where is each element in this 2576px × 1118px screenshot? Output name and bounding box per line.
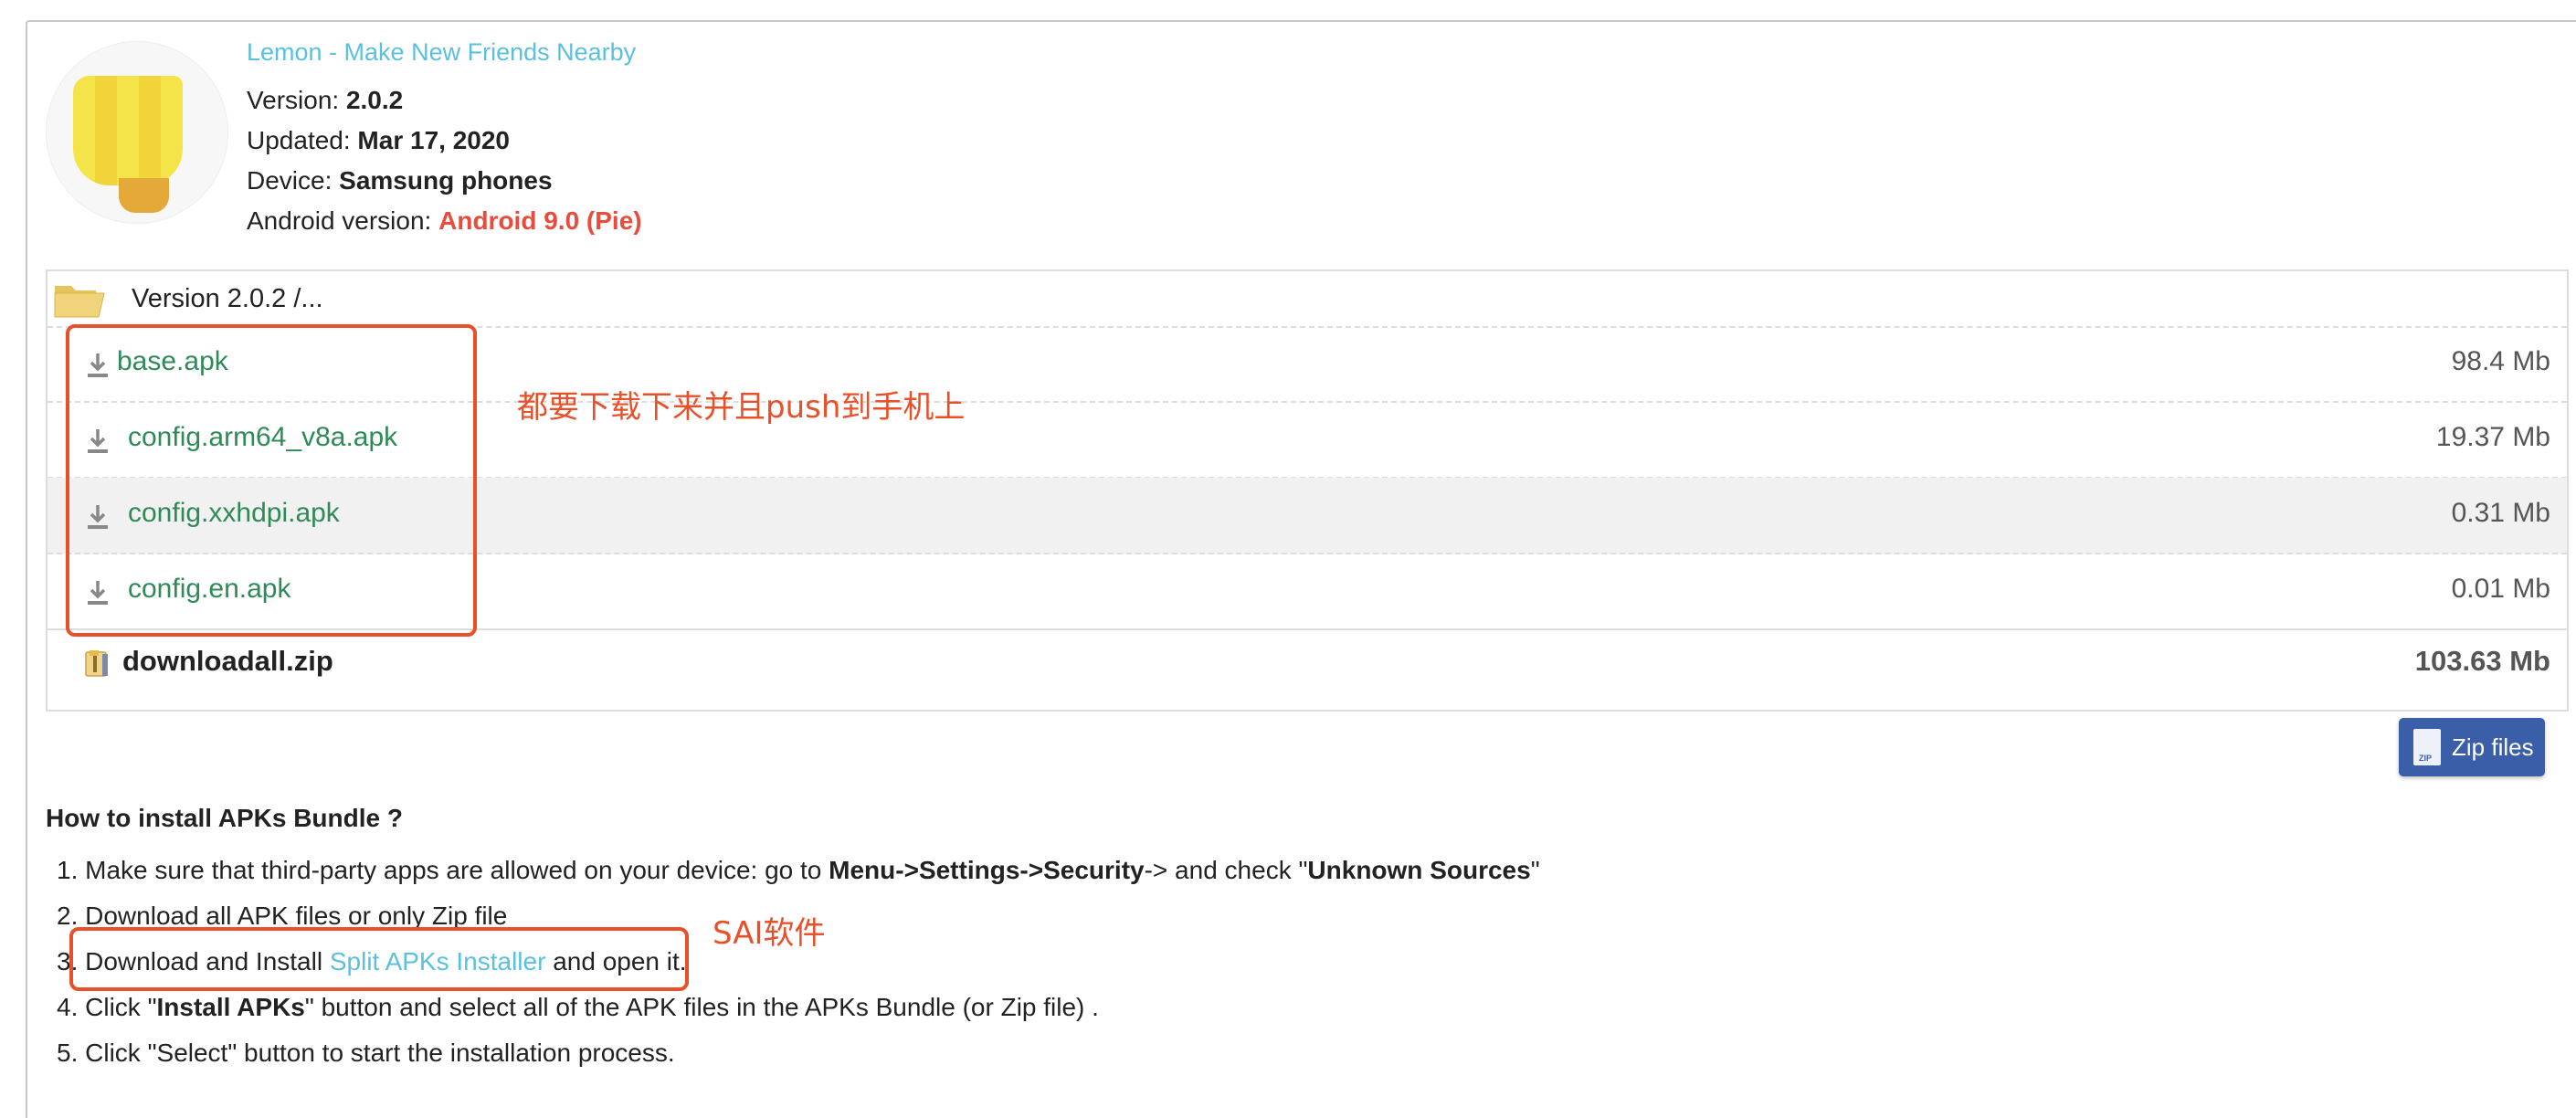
step-5: 5. Click "Select" button to start the in…: [57, 1039, 675, 1067]
step-1-menu: Menu: [829, 856, 896, 884]
version-value: 2.0.2: [345, 86, 404, 114]
lemon-shape: [73, 76, 183, 185]
step-4: 4. Click "Install APKs" button and selec…: [57, 993, 1099, 1022]
file-size: 98.4 Mb: [2451, 346, 2550, 376]
updated-label: Updated:: [247, 126, 351, 154]
version-line: Version: 2.0.2: [247, 86, 403, 115]
step-1-unknown-sources: Unknown Sources: [1307, 856, 1531, 884]
app-name[interactable]: Lemon - Make New Friends Nearby: [247, 38, 636, 75]
device-label: Device:: [247, 166, 333, 195]
app-icon: [46, 41, 228, 224]
zip-file-size: 103.63 Mb: [2414, 645, 2550, 677]
step-1-settings: Settings: [918, 856, 1020, 884]
step-1-arrow: ->: [895, 856, 919, 884]
zip-archive-icon: [85, 650, 108, 677]
step-1-text-c: ": [1530, 856, 1540, 884]
android-value: Android 9.0 (Pie): [438, 206, 642, 235]
step-1-security: Security: [1043, 856, 1145, 884]
android-line: Android version: Android 9.0 (Pie): [247, 206, 642, 236]
folder-icon: [54, 286, 105, 318]
step-1-arrow: ->: [1019, 856, 1044, 884]
howto-title: How to install APKs Bundle ?: [46, 804, 403, 832]
zip-files-button[interactable]: ZIP Zip files: [2399, 718, 2545, 776]
android-label: Android version:: [247, 206, 432, 235]
file-size: 0.01 Mb: [2451, 574, 2550, 604]
folder-label: Version 2.0.2 /...: [132, 284, 323, 313]
sai-annotation-text: SAI软件: [713, 915, 826, 952]
updated-line: Updated: Mar 17, 2020: [247, 126, 510, 155]
step-1: 1. Make sure that third-party apps are a…: [57, 856, 1540, 885]
sai-annotation-box: [69, 927, 689, 991]
file-size: 0.31 Mb: [2451, 498, 2550, 528]
files-annotation-text: 都要下载下来并且push到手机上: [517, 389, 966, 426]
step-1-text-b: -> and check ": [1144, 856, 1308, 884]
lemon-base: [119, 178, 169, 213]
version-label: Version:: [247, 86, 340, 114]
app-name-text: Lemon - Make New Friends Nearby: [247, 38, 637, 66]
zip-doc-icon-text: ZIP: [2419, 754, 2433, 763]
zip-doc-icon: ZIP: [2413, 729, 2441, 765]
step-4-text-b: " button and select all of the APK files…: [304, 993, 1099, 1021]
file-size: 19.37 Mb: [2435, 422, 2550, 452]
zip-files-button-label: Zip files: [2452, 733, 2534, 761]
updated-value: Mar 17, 2020: [357, 126, 510, 154]
files-annotation-box: [66, 324, 477, 637]
folder-row[interactable]: Version 2.0.2 /...: [48, 271, 2567, 328]
device-line: Device: Samsung phones: [247, 166, 553, 195]
step-4-text: 4. Click ": [57, 993, 157, 1021]
zip-file-link[interactable]: downloadall.zip: [122, 645, 333, 678]
device-value: Samsung phones: [339, 166, 553, 195]
step-4-install-apks: Install APKs: [156, 993, 305, 1021]
step-1-text: 1. Make sure that third-party apps are a…: [57, 856, 829, 884]
